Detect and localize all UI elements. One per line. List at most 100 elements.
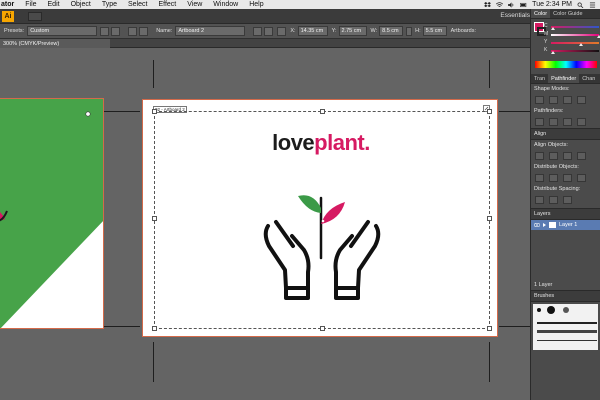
layer-name[interactable]: Layer 1 (559, 222, 577, 228)
constrain-proportions-icon[interactable] (406, 26, 413, 36)
delete-artboard-button[interactable] (139, 26, 149, 36)
brush-soft[interactable] (563, 307, 569, 313)
width-input[interactable]: 8.5 cm (379, 26, 404, 36)
unite-button[interactable] (535, 96, 544, 104)
align-left-button[interactable] (535, 152, 544, 160)
intersect-button[interactable] (563, 96, 572, 104)
menu-select[interactable]: Select (128, 1, 147, 8)
slider-track[interactable] (551, 26, 599, 28)
slider-track[interactable] (551, 42, 599, 44)
resize-handle[interactable] (320, 109, 325, 114)
color-slider-m[interactable]: M (544, 31, 600, 38)
crop-button[interactable] (577, 118, 586, 126)
tab-character[interactable]: Chan (579, 74, 598, 83)
artboard-1-artwork (0, 111, 103, 328)
move-copy-artwork-button[interactable] (253, 26, 263, 36)
dropbox-icon[interactable] (484, 1, 492, 8)
distribute-top-button[interactable] (535, 174, 544, 182)
slider-thumb[interactable] (551, 51, 555, 54)
menu-effect[interactable]: Effect (158, 1, 176, 8)
color-spectrum-bar[interactable] (535, 61, 597, 68)
menu-edit[interactable]: Edit (48, 1, 60, 8)
canvas-area[interactable]: 02 - Artboard 2 loveplant. (0, 48, 530, 400)
align-top-button[interactable] (577, 152, 586, 160)
resize-handle[interactable] (152, 109, 157, 114)
merge-button[interactable] (563, 118, 572, 126)
tab-color-guide[interactable]: Color Guide (550, 9, 585, 18)
distribute-spacing-label: Distribute Spacing: (534, 186, 581, 192)
volume-icon[interactable] (508, 1, 515, 8)
brush-dot-small[interactable] (537, 308, 541, 312)
spotlight-icon[interactable] (577, 1, 584, 8)
resize-handle[interactable] (152, 326, 157, 331)
distribute-middle-button[interactable] (549, 174, 558, 182)
slider-thumb[interactable] (551, 27, 555, 30)
new-artboard-button[interactable] (128, 26, 138, 36)
color-slider-k[interactable]: K (544, 47, 599, 54)
app-menu[interactable]: ator (1, 1, 14, 8)
brush-stroke[interactable] (537, 340, 597, 341)
artboard-2[interactable]: 02 - Artboard 2 loveplant. (142, 99, 498, 337)
menu-type[interactable]: Type (102, 1, 117, 8)
color-slider-c[interactable]: C (544, 23, 599, 30)
menubar-clock[interactable]: Tue 2:34 PM (532, 1, 572, 8)
slider-track[interactable] (551, 34, 599, 36)
resize-handle[interactable] (320, 326, 325, 331)
vertical-spacing-button[interactable] (535, 196, 544, 204)
distribute-left-button[interactable] (577, 174, 586, 182)
shape-mode-buttons (531, 94, 600, 106)
brushes-panel-title[interactable]: Brushes (531, 290, 600, 302)
document-tab[interactable]: 300% (CMYK/Preview) (0, 39, 110, 48)
color-slider-y[interactable]: Y (544, 39, 599, 46)
layer-row[interactable]: Layer 1 (531, 220, 600, 230)
wifi-icon[interactable] (496, 1, 504, 8)
brush-stroke[interactable] (537, 322, 597, 324)
orientation-portrait-button[interactable] (100, 26, 110, 36)
align-right-button[interactable] (563, 152, 572, 160)
orientation-landscape-button[interactable] (111, 26, 121, 36)
height-input[interactable]: 5.5 cm (422, 26, 447, 36)
y-label: Y: (331, 28, 337, 34)
resize-handle[interactable] (487, 326, 492, 331)
tab-transparency[interactable]: Tran (531, 74, 548, 83)
notification-center-icon[interactable] (589, 1, 596, 8)
y-position-input[interactable]: 2.75 cm (338, 26, 367, 36)
x-position-input[interactable]: 14.35 cm (297, 26, 328, 36)
expand-layer-icon[interactable] (543, 223, 546, 227)
trim-button[interactable] (549, 118, 558, 126)
artboard-1[interactable] (0, 98, 104, 329)
arrange-documents-button[interactable] (28, 12, 42, 21)
eye-icon[interactable] (534, 223, 540, 227)
tab-color[interactable]: Color (531, 9, 551, 18)
resize-handle[interactable] (487, 109, 492, 114)
menu-help[interactable]: Help (249, 1, 263, 8)
tab-pathfinder[interactable]: Pathfinder (548, 74, 580, 83)
brush-library[interactable] (533, 304, 598, 350)
resize-handle[interactable] (487, 216, 492, 221)
menu-object[interactable]: Object (71, 1, 91, 8)
artboard-name-input[interactable]: Artboard 2 (175, 26, 246, 36)
horizontal-spacing-button[interactable] (549, 196, 558, 204)
layers-panel-title[interactable]: Layers (531, 208, 600, 220)
menu-file[interactable]: File (25, 1, 36, 8)
divide-button[interactable] (535, 118, 544, 126)
artboard-options-button[interactable] (264, 26, 274, 36)
slider-track[interactable] (551, 50, 599, 52)
brush-stroke[interactable] (537, 330, 597, 333)
resize-handle[interactable] (152, 216, 157, 221)
minus-front-button[interactable] (549, 96, 558, 104)
slider-thumb[interactable] (578, 43, 583, 46)
menu-view[interactable]: View (187, 1, 202, 8)
distribute-bottom-button[interactable] (563, 174, 572, 182)
battery-icon[interactable] (520, 2, 527, 8)
align-to-button[interactable] (563, 196, 572, 204)
reference-point-icon[interactable] (277, 26, 287, 36)
brush-dot-large[interactable] (547, 306, 555, 314)
presets-select[interactable]: Custom (27, 26, 98, 36)
align-panel-title[interactable]: Align (531, 128, 600, 140)
exclude-button[interactable] (577, 96, 586, 104)
shape-modes-label: Shape Modes: (534, 86, 570, 92)
menu-window[interactable]: Window (213, 1, 238, 8)
workspace-switcher[interactable]: Essentials (500, 12, 530, 19)
align-center-button[interactable] (549, 152, 558, 160)
